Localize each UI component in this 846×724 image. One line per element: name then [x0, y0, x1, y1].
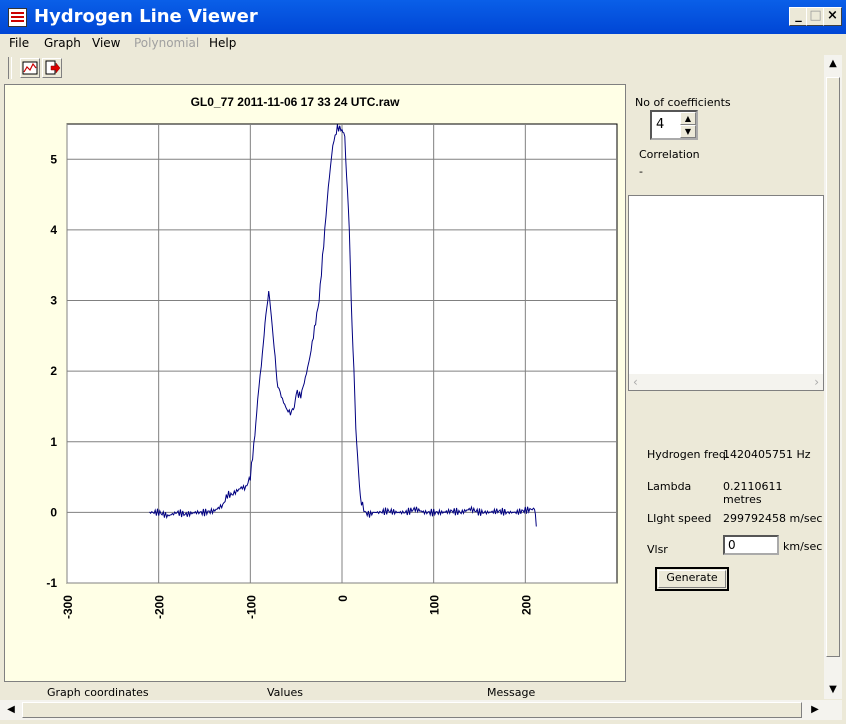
horizontal-scrollbar[interactable]: ◀ ▶ — [0, 700, 842, 720]
lambda-label: Lambda — [647, 480, 692, 493]
coefficients-list[interactable]: ‹ › — [628, 195, 824, 391]
menu-polynomial[interactable]: Polynomial — [134, 36, 199, 50]
spectrum-chart: GL0_77 2011-11-06 17 33 24 UTC.raw -300-… — [46, 95, 618, 619]
status-graph-coordinates: Graph coordinates — [47, 686, 149, 699]
y-tick-label: 3 — [50, 294, 57, 308]
vertical-scrollbar[interactable]: ▲ ▼ — [824, 55, 842, 699]
y-tick-label: 4 — [50, 223, 57, 237]
scroll-right-icon[interactable]: ▶ — [806, 701, 824, 719]
status-message: Message — [487, 686, 536, 699]
menu-file[interactable]: File — [9, 36, 29, 50]
export-icon[interactable] — [42, 58, 62, 78]
hydrogen-freq-value: 1420405751 Hz — [723, 448, 811, 461]
scroll-left-icon[interactable]: ‹ — [633, 375, 638, 389]
hydrogen-freq-label: Hydrogen freq. — [647, 448, 730, 461]
title-bar: Hydrogen Line Viewer _ □ × — [0, 0, 846, 34]
window-title: Hydrogen Line Viewer — [34, 6, 258, 27]
x-tick-label: 200 — [519, 595, 533, 615]
x-tick-label: 0 — [336, 595, 350, 602]
correlation-value: - — [639, 165, 643, 178]
app-icon[interactable] — [8, 8, 27, 27]
correlation-label: Correlation — [639, 148, 700, 161]
light-speed-label: LIght speed — [647, 512, 712, 525]
coefficients-spinner[interactable]: 4 ▲ ▼ — [650, 110, 698, 140]
lambda-value: 0.2110611 metres — [723, 480, 783, 506]
menu-graph[interactable]: Graph — [44, 36, 81, 50]
spin-up-icon[interactable]: ▲ — [680, 112, 696, 125]
close-button[interactable]: × — [823, 7, 842, 26]
graph-icon[interactable] — [20, 58, 40, 78]
y-tick-label: 2 — [50, 364, 57, 378]
spin-down-icon[interactable]: ▼ — [680, 125, 696, 138]
list-horizontal-scrollbar[interactable]: ‹ › — [629, 374, 823, 390]
scroll-left-icon[interactable]: ◀ — [2, 701, 20, 719]
generate-label: Generate — [666, 571, 718, 584]
vlsr-label: Vlsr — [647, 543, 668, 556]
vlsr-input[interactable]: 0 — [723, 535, 779, 555]
x-tick-label: -100 — [244, 595, 258, 619]
chart-title: GL0_77 2011-11-06 17 33 24 UTC.raw — [191, 95, 400, 109]
scroll-right-icon[interactable]: › — [814, 375, 819, 389]
y-tick-label: 5 — [50, 152, 57, 166]
coefficients-label: No of coefficients — [635, 96, 731, 109]
vlsr-unit: km/sec — [783, 540, 823, 553]
chart-panel: GL0_77 2011-11-06 17 33 24 UTC.raw -300-… — [4, 84, 626, 682]
y-tick-label: -1 — [46, 576, 57, 590]
y-tick-label: 1 — [50, 435, 57, 449]
y-tick-label: 0 — [50, 505, 57, 519]
status-values: Values — [267, 686, 303, 699]
status-bar: Graph coordinates Values Message — [0, 684, 824, 700]
menu-help[interactable]: Help — [209, 36, 236, 50]
horizontal-scroll-thumb[interactable] — [22, 702, 802, 718]
scroll-up-icon[interactable]: ▲ — [824, 55, 842, 73]
light-speed-value: 299792458 m/sec — [723, 512, 823, 525]
generate-button[interactable]: Generate — [655, 567, 729, 591]
coefficients-value[interactable]: 4 — [656, 117, 664, 132]
scroll-down-icon[interactable]: ▼ — [824, 681, 842, 699]
toolbar-grip — [8, 57, 12, 79]
vertical-scroll-thumb[interactable] — [826, 77, 840, 657]
menu-bar: File Graph View Polynomial Help — [0, 34, 846, 54]
menu-view[interactable]: View — [92, 36, 120, 50]
right-panel: No of coefficients 4 ▲ ▼ Correlation - ‹… — [628, 84, 824, 682]
x-tick-label: -300 — [61, 595, 75, 619]
toolbar — [0, 55, 824, 82]
x-tick-label: 100 — [428, 595, 442, 615]
x-tick-label: -200 — [153, 595, 167, 619]
